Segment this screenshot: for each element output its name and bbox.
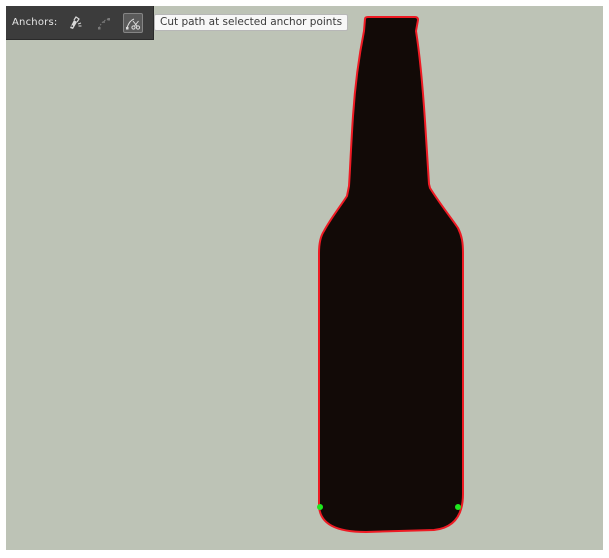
convert-anchor-button[interactable]	[65, 13, 85, 33]
artwork	[6, 6, 603, 550]
artboard-canvas[interactable]: Anchors: Cut path at selected anchor poi…	[6, 6, 603, 550]
selected-anchor-point-right[interactable]	[455, 504, 461, 510]
cut-path-button[interactable]	[123, 12, 144, 33]
anchor-control-bar: Anchors:	[6, 6, 154, 40]
anchor-handles-icon	[98, 17, 111, 29]
selected-anchor-point-left[interactable]	[317, 504, 323, 510]
tooltip: Cut path at selected anchor points	[154, 14, 349, 31]
convert-anchor-pen-icon	[70, 15, 82, 29]
anchor-handles-button[interactable]	[94, 13, 114, 33]
cut-path-scissors-icon	[126, 18, 141, 30]
anchors-label: Anchors:	[12, 16, 58, 28]
artboard-background	[6, 6, 603, 550]
